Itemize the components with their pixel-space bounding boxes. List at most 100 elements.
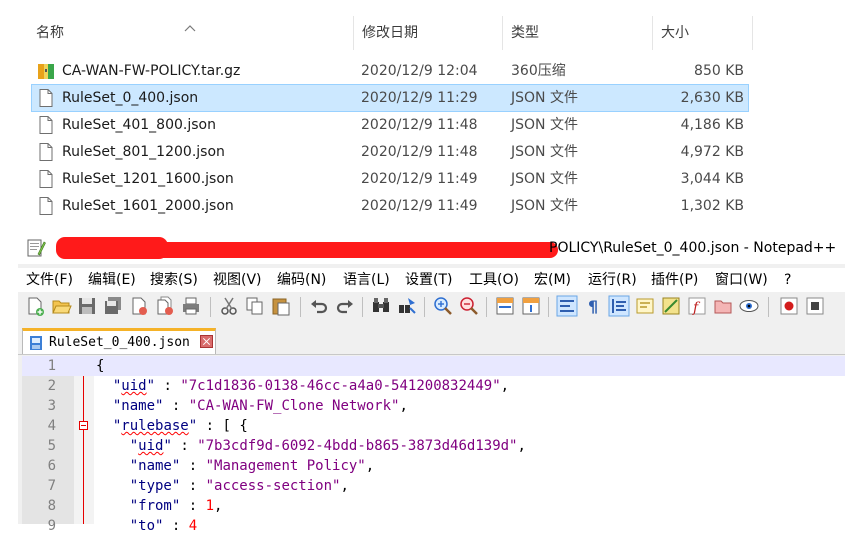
window-title: POLICY\RuleSet_0_400.json - Notepad++ [549,240,837,256]
line-number: 2 [47,378,56,394]
document-map-icon[interactable] [660,295,682,317]
sync-vertical-icon[interactable] [494,295,516,317]
stop-macro-icon[interactable] [804,295,826,317]
file-size: 2,630 KB [680,90,744,106]
file-modified: 2020/12/9 11:48 [361,144,478,160]
menu-bar: 文件(F) 编辑(E) 搜索(S) 视图(V) 编码(N) 语言(L) 设置(T… [18,268,845,292]
monitoring-icon[interactable] [738,295,760,317]
show-all-characters-icon[interactable]: ¶ [582,295,604,317]
menu-file[interactable]: 文件(F) [26,268,73,292]
cut-icon[interactable] [218,295,240,317]
save-icon[interactable] [76,295,98,317]
file-type: JSON 文件 [511,90,578,106]
toolbar-separator [362,297,363,317]
code-text: "name" : "Management Policy", [129,458,375,474]
column-name[interactable]: 名称 [36,14,64,52]
code-line: 2 "uid" : "7c1d1836-0138-46cc-a4a0-54120… [22,376,845,396]
column-modified[interactable]: 修改日期 [362,14,418,52]
file-type: JSON 文件 [511,144,578,160]
menu-view[interactable]: 视图(V) [213,268,262,292]
replace-icon[interactable] [396,295,418,317]
file-name: RuleSet_1201_1600.json [62,171,234,187]
indent-guide-icon[interactable] [608,295,630,317]
sort-ascending-icon[interactable] [182,24,198,32]
file-row[interactable]: RuleSet_1201_1600.json 2020/12/9 11:49 J… [32,166,748,192]
menu-help[interactable]: ? [784,268,791,292]
file-row[interactable]: RuleSet_801_1200.json 2020/12/9 11:48 JS… [32,139,748,165]
redo-icon[interactable] [334,295,356,317]
code-line: 1 { [22,356,845,376]
toolbar: ¶ f [18,292,845,322]
column-divider[interactable] [502,16,503,50]
code-line: 4 "rulebase" : [ { [22,416,845,436]
folder-as-workspace-icon[interactable] [712,295,734,317]
word-wrap-icon[interactable] [556,295,578,317]
menu-run[interactable]: 运行(R) [588,268,637,292]
print-icon[interactable] [180,295,202,317]
copy-icon[interactable] [244,295,266,317]
menu-macro[interactable]: 宏(M) [534,268,571,292]
new-file-icon[interactable] [24,295,46,317]
close-file-icon[interactable] [128,295,150,317]
user-language-icon[interactable] [634,295,656,317]
code-text: "uid" : "7b3cdf9d-6092-4bdd-b865-3873d46… [129,438,526,454]
menu-window[interactable]: 窗口(W) [715,268,768,292]
tab-close-icon[interactable] [200,335,213,348]
zoom-in-icon[interactable] [432,295,454,317]
file-modified: 2020/12/9 11:48 [361,117,478,133]
menu-encoding[interactable]: 编码(N) [277,268,326,292]
tab-label: RuleSet_0_400.json [49,335,190,350]
undo-icon[interactable] [308,295,330,317]
menu-edit[interactable]: 编辑(E) [88,268,136,292]
title-bar[interactable]: POLICY\RuleSet_0_400.json - Notepad++ [18,232,845,264]
column-divider[interactable] [652,16,653,50]
svg-text:¶: ¶ [588,297,598,316]
toolbar-separator [486,297,487,317]
file-name: RuleSet_801_1200.json [62,144,225,160]
close-all-icon[interactable] [154,295,176,317]
menu-plugins[interactable]: 插件(P) [651,268,698,292]
redaction-mark [78,242,558,258]
record-macro-icon[interactable] [778,295,800,317]
function-list-icon[interactable]: f [686,295,708,317]
line-number: 9 [47,518,56,534]
sync-horizontal-icon[interactable] [520,295,542,317]
file-row[interactable]: CA-WAN-FW-POLICY.tar.gz 2020/12/9 12:04 … [32,58,748,84]
file-row[interactable]: RuleSet_401_800.json 2020/12/9 11:48 JSO… [32,112,748,138]
line-number: 6 [47,458,56,474]
toolbar-separator [424,297,425,317]
toolbar-separator [210,297,211,317]
save-all-icon[interactable] [102,295,124,317]
menu-settings[interactable]: 设置(T) [405,268,452,292]
saved-document-icon [30,336,42,350]
file-name: RuleSet_1601_2000.json [62,198,234,214]
zoom-out-icon[interactable] [458,295,480,317]
code-editor[interactable]: 1 { 2 "uid" : "7c1d1836-0138-46cc-a4a0-5… [22,356,845,534]
menu-tools[interactable]: 工具(O) [469,268,519,292]
find-icon[interactable] [370,295,392,317]
file-modified: 2020/12/9 11:29 [361,90,478,106]
column-divider[interactable] [353,16,354,50]
column-type[interactable]: 类型 [511,14,539,52]
menu-language[interactable]: 语言(L) [343,268,390,292]
file-size: 1,302 KB [680,198,744,214]
file-icon [39,116,53,134]
line-number: 3 [47,398,56,414]
column-size[interactable]: 大小 [661,14,689,52]
file-size: 4,186 KB [680,117,744,133]
file-explorer: 名称 修改日期 类型 大小 CA-WAN-FW-POLICY.tar.gz 20… [0,0,845,232]
menu-search[interactable]: 搜索(S) [150,268,198,292]
file-size: 4,972 KB [680,144,744,160]
file-type: 360压缩 [511,63,566,79]
paste-icon[interactable] [270,295,292,317]
file-row-selected[interactable]: RuleSet_0_400.json 2020/12/9 11:29 JSON … [31,84,749,112]
open-folder-icon[interactable] [50,295,72,317]
code-text: { [96,358,105,374]
file-row[interactable]: RuleSet_1601_2000.json 2020/12/9 11:49 J… [32,193,748,219]
column-divider[interactable] [752,16,753,50]
code-line: 9 "to" : 4 [22,516,845,536]
code-text: "to" : 4 [129,518,198,534]
tab-ruleset-0-400[interactable]: RuleSet_0_400.json [22,328,216,354]
file-name: RuleSet_401_800.json [62,117,216,133]
line-number: 7 [47,478,56,494]
